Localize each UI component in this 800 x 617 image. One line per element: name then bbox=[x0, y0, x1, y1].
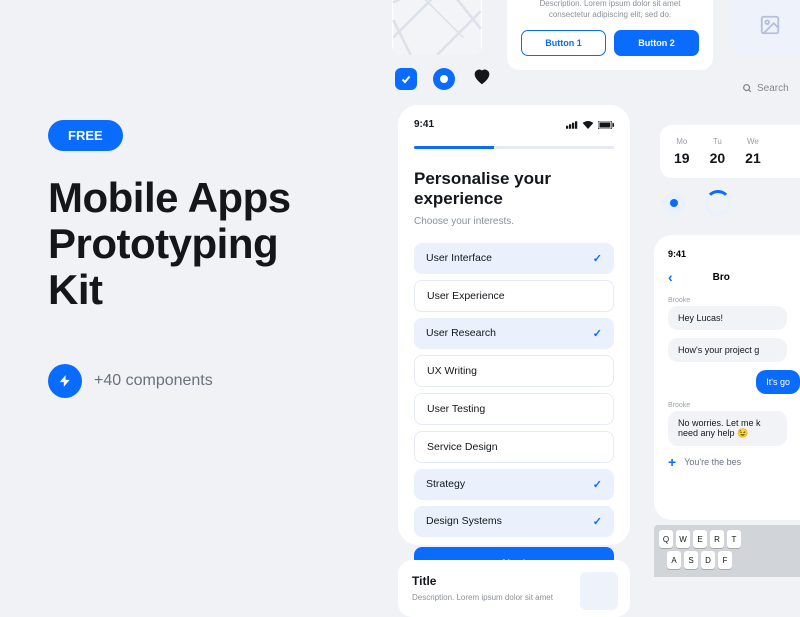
status-bar: 9:41 bbox=[414, 119, 614, 130]
calendar-day[interactable]: We 21 bbox=[745, 137, 761, 166]
interest-label: Strategy bbox=[426, 478, 465, 490]
popup-card: Title Description. Lorem ipsum dolor sit… bbox=[507, 0, 713, 70]
keyboard-key[interactable]: S bbox=[684, 551, 698, 569]
keyboard: QWERT ASDF bbox=[654, 525, 800, 577]
plus-icon[interactable]: + bbox=[668, 454, 676, 470]
day-number: 20 bbox=[710, 150, 726, 166]
chat-bubble: It's go bbox=[756, 370, 800, 394]
popup-button-2[interactable]: Button 2 bbox=[614, 30, 699, 56]
keyboard-key[interactable]: E bbox=[693, 530, 707, 548]
chat-bubble: Hey Lucas! bbox=[668, 306, 787, 330]
keyboard-key[interactable]: A bbox=[667, 551, 681, 569]
interest-item[interactable]: User Testing bbox=[414, 393, 614, 425]
interest-item[interactable]: User Experience bbox=[414, 280, 614, 312]
radio-light[interactable] bbox=[663, 192, 685, 214]
interest-item[interactable]: Service Design bbox=[414, 431, 614, 463]
calendar-card: Mo 19 Tu 20 We 21 bbox=[660, 125, 800, 178]
message-sender: Brooke bbox=[668, 402, 800, 409]
interest-item[interactable]: Strategy ✓ bbox=[414, 469, 614, 500]
checkbox-checked[interactable] bbox=[395, 68, 417, 90]
subtext-row: +40 components bbox=[48, 364, 368, 398]
day-number: 19 bbox=[674, 150, 690, 166]
interest-label: Service Design bbox=[427, 441, 498, 453]
interest-label: Design Systems bbox=[426, 515, 502, 527]
day-of-week: Tu bbox=[710, 137, 726, 146]
interest-item[interactable]: UX Writing bbox=[414, 355, 614, 387]
keyboard-key[interactable]: Q bbox=[659, 530, 673, 548]
controls-row bbox=[395, 65, 493, 93]
bolt-icon bbox=[48, 364, 82, 398]
calendar-day[interactable]: Tu 20 bbox=[710, 137, 726, 166]
interest-item[interactable]: User Interface ✓ bbox=[414, 243, 614, 274]
heart-icon[interactable] bbox=[471, 65, 493, 93]
keyboard-key[interactable]: T bbox=[727, 530, 741, 548]
free-badge: FREE bbox=[48, 120, 123, 151]
phone-mockup: 9:41 Personalise your experience Choose … bbox=[398, 105, 630, 545]
check-icon: ✓ bbox=[593, 515, 602, 528]
day-of-week: Mo bbox=[674, 137, 690, 146]
check-icon: ✓ bbox=[593, 478, 602, 491]
interest-label: User Testing bbox=[427, 403, 485, 415]
keyboard-key[interactable]: R bbox=[710, 530, 724, 548]
hero-panel: FREE Mobile Apps Prototyping Kit +40 com… bbox=[48, 120, 368, 398]
headline-line-2: Prototyping bbox=[48, 221, 368, 267]
progress-bar bbox=[414, 146, 614, 149]
spinner-row bbox=[663, 190, 731, 216]
check-icon: ✓ bbox=[593, 327, 602, 340]
radio-selected[interactable] bbox=[433, 68, 455, 90]
chat-input[interactable]: + You're the bes bbox=[668, 454, 800, 470]
chat-bubble: How's your project g bbox=[668, 338, 787, 362]
popup-description: Description. Lorem ipsum dolor sit amet … bbox=[521, 0, 699, 20]
chat-bubble: No worries. Let me k need any help 😉 bbox=[668, 411, 787, 446]
search-placeholder: Search bbox=[757, 83, 789, 94]
interest-label: User Research bbox=[426, 327, 496, 339]
calendar-day[interactable]: Mo 19 bbox=[674, 137, 690, 166]
chat-contact-name: Bro bbox=[713, 272, 730, 283]
title-card: Title Description. Lorem ipsum dolor sit… bbox=[398, 560, 630, 617]
search-input[interactable]: Search bbox=[733, 75, 800, 101]
message-sender: Brooke bbox=[668, 297, 800, 304]
check-icon: ✓ bbox=[593, 252, 602, 265]
phone-title: Personalise your experience bbox=[414, 169, 614, 210]
image-placeholder bbox=[730, 0, 800, 55]
back-icon[interactable]: ‹ bbox=[668, 269, 673, 285]
keyboard-key[interactable]: D bbox=[701, 551, 715, 569]
spinner-icon bbox=[705, 190, 731, 216]
interest-item[interactable]: User Research ✓ bbox=[414, 318, 614, 349]
interest-label: User Interface bbox=[426, 252, 492, 264]
phone-subtitle: Choose your interests. bbox=[414, 216, 614, 227]
chat-messages: Brooke Hey Lucas! How's your project g It's… bbox=[668, 297, 800, 446]
title-card-image-placeholder bbox=[580, 572, 618, 610]
map-fragment bbox=[392, 0, 482, 55]
keyboard-key[interactable]: F bbox=[718, 551, 732, 569]
headline: Mobile Apps Prototyping Kit bbox=[48, 175, 368, 314]
interest-item[interactable]: Design Systems ✓ bbox=[414, 506, 614, 537]
interest-list: User Interface ✓ User Experience User Resea… bbox=[414, 243, 614, 537]
status-icons bbox=[566, 121, 614, 129]
chat-status-time: 9:41 bbox=[668, 249, 800, 259]
keyboard-key[interactable]: W bbox=[676, 530, 690, 548]
day-of-week: We bbox=[745, 137, 761, 146]
interest-label: UX Writing bbox=[427, 365, 477, 377]
interest-label: User Experience bbox=[427, 290, 505, 302]
chat-mockup: 9:41 ‹ Bro Brooke Hey Lucas! How's your pr… bbox=[654, 235, 800, 520]
component-count: +40 components bbox=[94, 372, 213, 390]
status-time: 9:41 bbox=[414, 119, 434, 130]
day-number: 21 bbox=[745, 150, 761, 166]
popup-button-1[interactable]: Button 1 bbox=[521, 30, 606, 56]
headline-line-3: Kit bbox=[48, 267, 368, 313]
headline-line-1: Mobile Apps bbox=[48, 175, 368, 221]
